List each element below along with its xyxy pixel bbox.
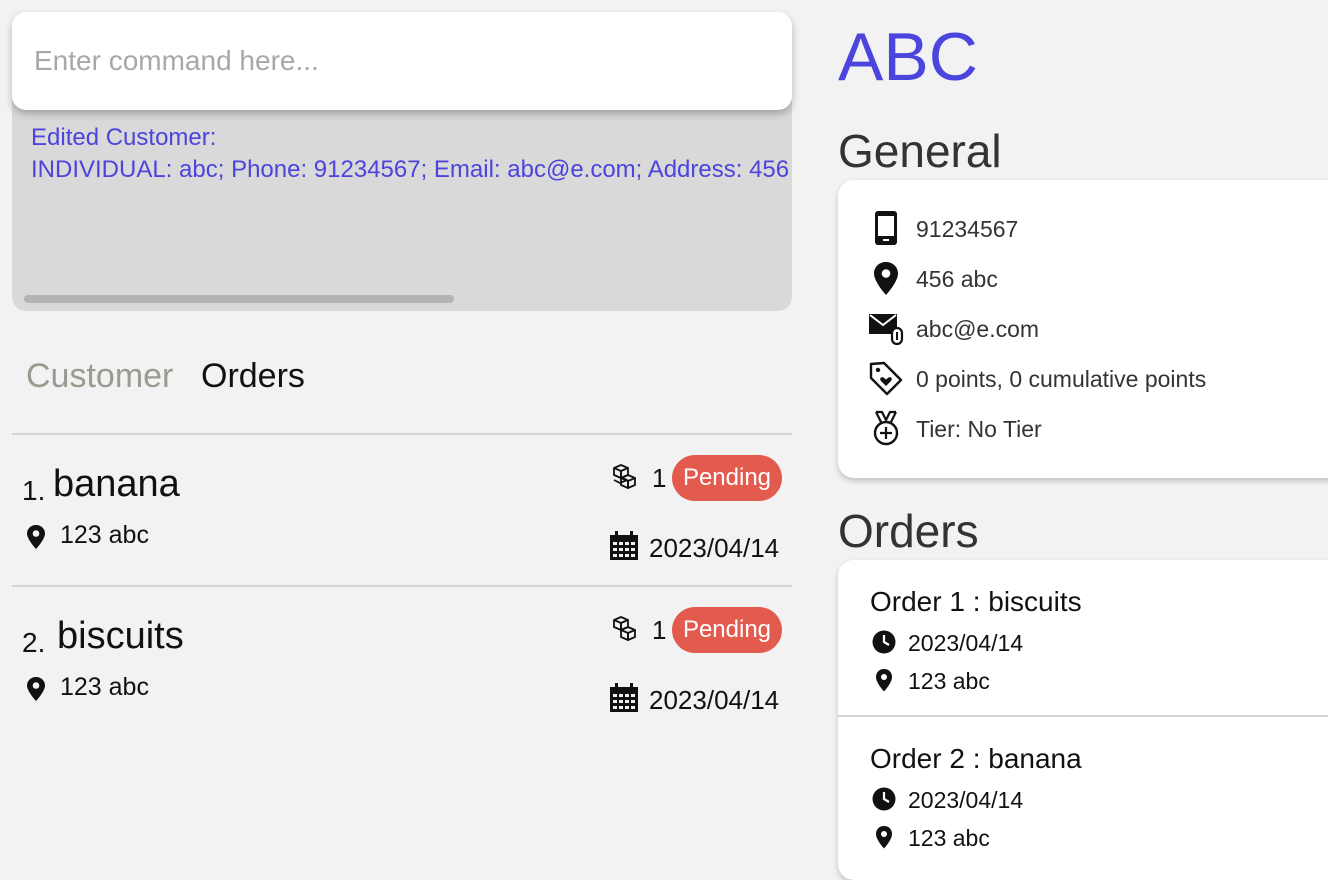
general-heading: General bbox=[838, 125, 1002, 177]
command-input[interactable] bbox=[12, 12, 792, 110]
order-date: 2023/04/14 bbox=[649, 685, 780, 715]
order-date: 2023/04/14 bbox=[649, 533, 780, 563]
email-icon bbox=[869, 314, 904, 346]
order-location: 123 abc bbox=[908, 668, 990, 694]
order-index: 1. bbox=[22, 475, 46, 506]
order-quantity: 1 bbox=[652, 615, 667, 645]
calendar-icon bbox=[610, 531, 638, 560]
location-pin-icon bbox=[27, 525, 45, 549]
order-index: 2. bbox=[22, 627, 46, 658]
order-card[interactable]: Order 1 : biscuits 2023/04/14 123 abc bbox=[838, 560, 1328, 716]
order-card[interactable]: Order 2 : banana 2023/04/14 123 abc bbox=[838, 717, 1328, 873]
medal-icon bbox=[873, 410, 899, 446]
tier-text: Tier: No Tier bbox=[916, 416, 1042, 442]
list-item[interactable]: 1. banana 123 abc 1 Pending 2023/04/14 bbox=[12, 435, 792, 585]
tab-customer[interactable]: Customer bbox=[26, 357, 173, 396]
general-card: 91234567 456 abc abc@e.com 0 points, 0 c… bbox=[838, 180, 1328, 478]
list-item[interactable]: 2. biscuits 123 abc 1 Pending 2023/04/14 bbox=[12, 587, 792, 737]
status-badge: Pending bbox=[672, 607, 782, 653]
order-location: 123 abc bbox=[60, 673, 149, 701]
status-badge: Pending bbox=[672, 455, 782, 501]
result-text: Edited Customer: INDIVIDUAL: abc; Phone:… bbox=[31, 124, 790, 183]
boxes-icon bbox=[613, 464, 636, 489]
address-text: 456 abc bbox=[916, 266, 998, 292]
tag-heart-icon bbox=[869, 361, 903, 396]
order-date: 2023/04/14 bbox=[908, 787, 1024, 813]
phone-text: 91234567 bbox=[916, 216, 1019, 242]
customer-name: ABC bbox=[838, 19, 978, 95]
tab-orders[interactable]: Orders bbox=[201, 357, 305, 396]
phone-icon bbox=[875, 211, 897, 245]
orders-card: Order 1 : biscuits 2023/04/14 123 abc Or… bbox=[838, 560, 1328, 880]
clock-icon bbox=[872, 787, 896, 811]
order-title: Order 2 : banana bbox=[870, 743, 1082, 774]
location-pin-icon bbox=[876, 826, 892, 849]
order-title: Order 1 : biscuits bbox=[870, 586, 1082, 617]
order-location: 123 abc bbox=[908, 825, 990, 851]
order-name: biscuits bbox=[57, 615, 184, 657]
location-pin-icon bbox=[874, 262, 898, 295]
order-location: 123 abc bbox=[60, 521, 149, 549]
order-quantity: 1 bbox=[652, 463, 667, 493]
left-panel: Edited Customer: INDIVIDUAL: abc; Phone:… bbox=[0, 0, 804, 868]
horizontal-scrollbar[interactable] bbox=[24, 295, 454, 303]
clock-icon bbox=[872, 630, 896, 654]
points-text: 0 points, 0 cumulative points bbox=[916, 366, 1207, 392]
orders-heading: Orders bbox=[838, 505, 979, 557]
location-pin-icon bbox=[876, 669, 892, 692]
email-text: abc@e.com bbox=[916, 316, 1040, 342]
order-date: 2023/04/14 bbox=[908, 630, 1024, 656]
location-pin-icon bbox=[27, 677, 45, 701]
boxes-icon bbox=[613, 616, 636, 641]
customer-detail-panel: ABC General 91234567 456 abc abc@e.com 0… bbox=[804, 0, 1328, 880]
calendar-icon bbox=[610, 683, 638, 712]
result-display[interactable]: Edited Customer: INDIVIDUAL: abc; Phone:… bbox=[12, 100, 792, 311]
order-name: banana bbox=[53, 463, 180, 505]
